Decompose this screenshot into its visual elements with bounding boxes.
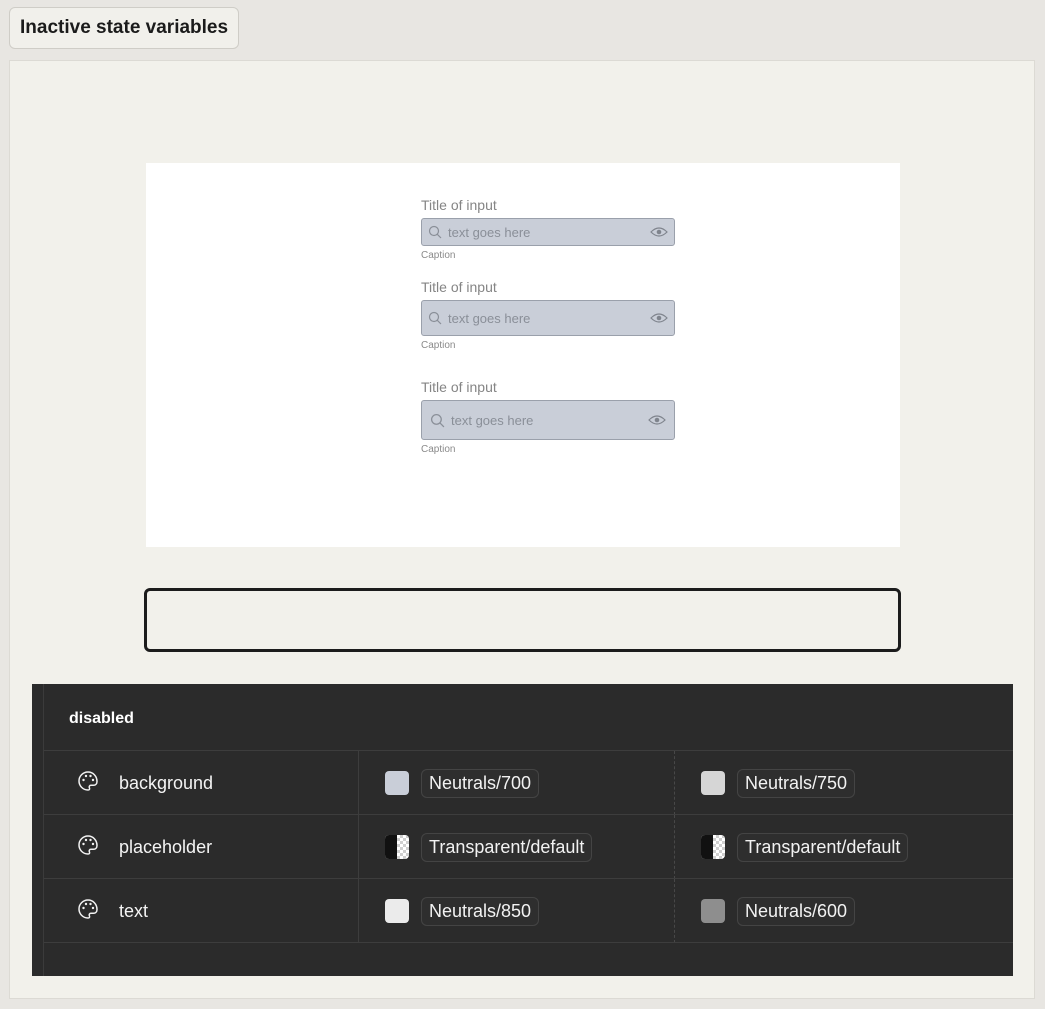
token-chip[interactable]: Neutrals/700	[421, 768, 540, 798]
input-placeholder: text goes here	[448, 224, 531, 240]
text-input[interactable]: text goes here	[421, 300, 675, 336]
palette-icon	[77, 898, 99, 925]
transparent-swatch	[385, 835, 409, 859]
input-field-3: Title of input text goes here Caption	[421, 379, 675, 455]
input-caption: Caption	[421, 444, 456, 455]
variable-row[interactable]: background Neutrals/700 Neutrals/750	[44, 750, 1013, 815]
variable-value-mode-1[interactable]: Transparent/default	[359, 815, 675, 879]
input-caption: Caption	[421, 250, 456, 261]
input-caption: Caption	[421, 340, 456, 351]
text-input[interactable]: text goes here	[421, 400, 675, 440]
input-field-1: Title of input text goes here Caption	[421, 197, 675, 261]
color-swatch	[701, 899, 725, 923]
token-chip[interactable]: Neutrals/600	[737, 896, 856, 926]
variable-name-cell: placeholder	[44, 815, 359, 879]
page-title: Inactive state variables	[9, 7, 240, 49]
token-chip[interactable]: Transparent/default	[421, 832, 593, 862]
input-title: Title of input	[421, 197, 497, 213]
variable-name-cell: text	[44, 879, 359, 943]
color-swatch	[385, 771, 409, 795]
empty-frame	[144, 588, 901, 652]
search-icon	[428, 311, 442, 325]
token-chip[interactable]: Neutrals/850	[421, 896, 540, 926]
variable-name-cell: background	[44, 751, 359, 815]
variable-value-mode-1[interactable]: Neutrals/850	[359, 879, 675, 943]
variable-value-mode-2[interactable]: Neutrals/600	[675, 879, 991, 943]
table-empty-row	[44, 942, 1013, 977]
variable-row[interactable]: placeholder Transparent/default Transpar…	[44, 814, 1013, 879]
variable-row[interactable]: text Neutrals/850 Neutrals/600	[44, 878, 1013, 943]
input-field-2: Title of input text goes here Caption	[421, 279, 675, 351]
text-input[interactable]: text goes here	[421, 218, 675, 246]
variable-name: background	[119, 772, 214, 793]
palette-icon	[77, 770, 99, 797]
eye-icon[interactable]	[650, 312, 668, 324]
input-placeholder: text goes here	[451, 412, 534, 428]
input-placeholder: text goes here	[448, 310, 531, 326]
transparent-swatch	[701, 835, 725, 859]
input-title: Title of input	[421, 279, 497, 295]
eye-icon[interactable]	[648, 414, 666, 426]
input-title: Title of input	[421, 379, 497, 395]
search-icon	[428, 225, 442, 239]
canvas-panel: Title of input text goes here Caption Ti…	[9, 60, 1035, 999]
palette-icon	[77, 834, 99, 861]
color-swatch	[701, 771, 725, 795]
variable-value-mode-1[interactable]: Neutrals/700	[359, 751, 675, 815]
variable-group-label: disabled	[69, 710, 134, 727]
search-icon	[430, 413, 445, 428]
color-swatch	[385, 899, 409, 923]
eye-icon[interactable]	[650, 226, 668, 238]
input-preview-frame: Title of input text goes here Caption Ti…	[146, 163, 900, 547]
variable-value-mode-2[interactable]: Transparent/default	[675, 815, 991, 879]
variable-name: placeholder	[119, 836, 213, 857]
token-chip[interactable]: Neutrals/750	[737, 768, 856, 798]
variables-table: disabled background Neutrals/700 Neutral…	[32, 684, 1013, 976]
variable-name: text	[119, 900, 149, 921]
variable-value-mode-2[interactable]: Neutrals/750	[675, 751, 991, 815]
token-chip[interactable]: Transparent/default	[737, 832, 909, 862]
